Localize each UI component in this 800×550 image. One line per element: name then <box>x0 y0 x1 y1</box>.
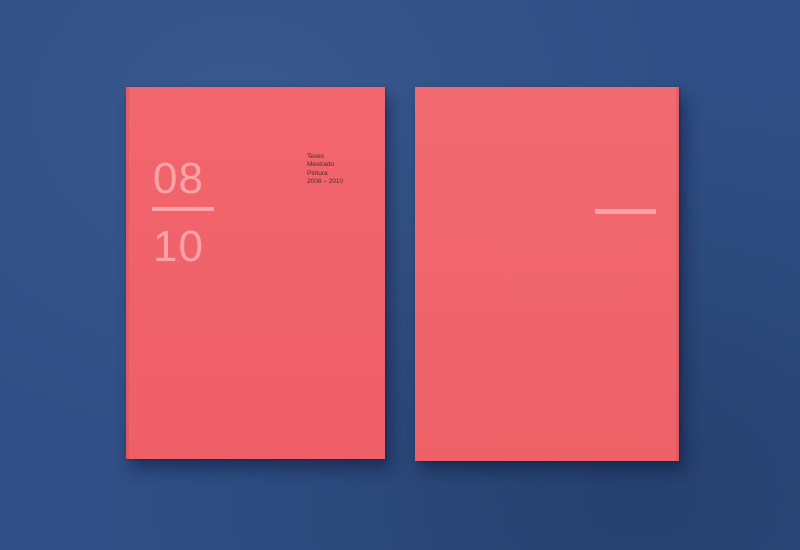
numeral-bottom: 10 <box>153 222 204 271</box>
title-line-pintura: Pintura <box>307 169 328 177</box>
back-cover-rule <box>595 209 656 214</box>
back-spine-edge <box>676 87 679 461</box>
numeral-top: 08 <box>153 154 204 203</box>
title-line-years: 2008 – 2010 <box>307 178 344 186</box>
front-spine-edge <box>126 87 129 459</box>
fraction-rule <box>152 207 214 211</box>
back-cover-book <box>415 87 679 461</box>
front-cover-book: 08 10 Teses Mestrado Pintura 2008 – 2010 <box>126 87 385 459</box>
blue-backdrop <box>0 0 800 550</box>
cover-title-block: Teses Mestrado Pintura 2008 – 2010 <box>307 153 343 187</box>
title-line-teses: Teses <box>307 153 324 160</box>
title-line-mestrado: Mestrado <box>307 161 335 169</box>
